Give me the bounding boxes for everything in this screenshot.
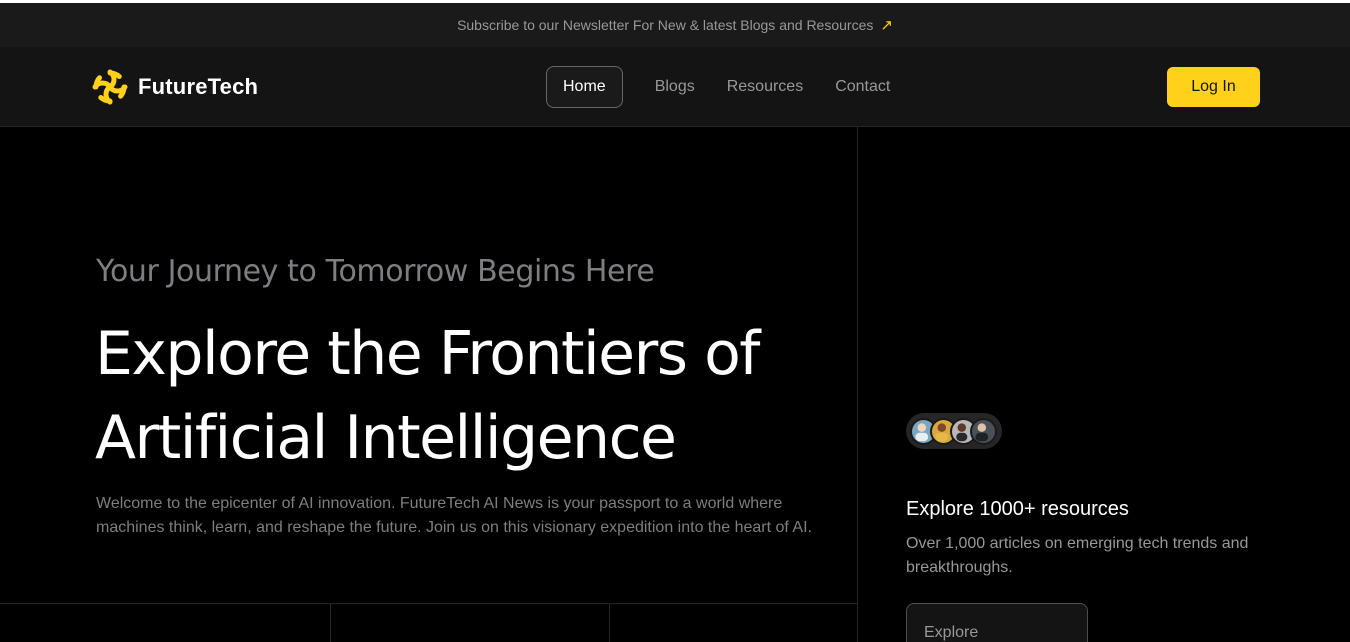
navbar: FutureTech Home Blogs Resources Contact … bbox=[0, 47, 1350, 127]
explore-resources-button[interactable]: Explore Resources↗ bbox=[906, 603, 1088, 642]
arrow-up-right-icon: ↗ bbox=[880, 17, 893, 34]
nav-contact[interactable]: Contact bbox=[819, 67, 906, 107]
avatar-group bbox=[906, 413, 1002, 449]
stats-divider bbox=[330, 604, 331, 642]
hero-bottom-divider bbox=[0, 603, 857, 604]
nav-home[interactable]: Home bbox=[546, 66, 623, 108]
stats-divider bbox=[609, 604, 610, 642]
nav-blogs[interactable]: Blogs bbox=[639, 67, 711, 107]
brand-name: FutureTech bbox=[138, 74, 259, 99]
newsletter-text[interactable]: Subscribe to our Newsletter For New & la… bbox=[457, 17, 873, 33]
newsletter-bar[interactable]: Subscribe to our Newsletter For New & la… bbox=[0, 3, 1350, 47]
avatar bbox=[970, 418, 997, 445]
resources-title: Explore 1000+ resources bbox=[906, 498, 1129, 520]
main-nav: Home Blogs Resources Contact bbox=[546, 66, 906, 108]
brand-logo[interactable]: FutureTech bbox=[90, 67, 258, 107]
hero-vertical-divider bbox=[857, 127, 858, 642]
explore-resources-label: Explore Resources bbox=[924, 624, 979, 641]
hero-intro: Welcome to the epicenter of AI innovatio… bbox=[96, 495, 812, 536]
futuretech-logo-icon bbox=[92, 69, 128, 105]
resources-description: Over 1,000 articles on emerging tech tre… bbox=[906, 535, 1249, 576]
login-button[interactable]: Log In bbox=[1167, 67, 1260, 107]
nav-resources[interactable]: Resources bbox=[711, 67, 819, 107]
hero-eyebrow: Your Journey to Tomorrow Begins Here bbox=[96, 254, 655, 289]
hero-headline-line-1: Explore the Frontiers of bbox=[95, 319, 760, 389]
hero-headline-line-2: Artificial Intelligence bbox=[95, 403, 677, 473]
hero-headline: Explore the Frontiers of Artificial Inte… bbox=[95, 312, 760, 480]
